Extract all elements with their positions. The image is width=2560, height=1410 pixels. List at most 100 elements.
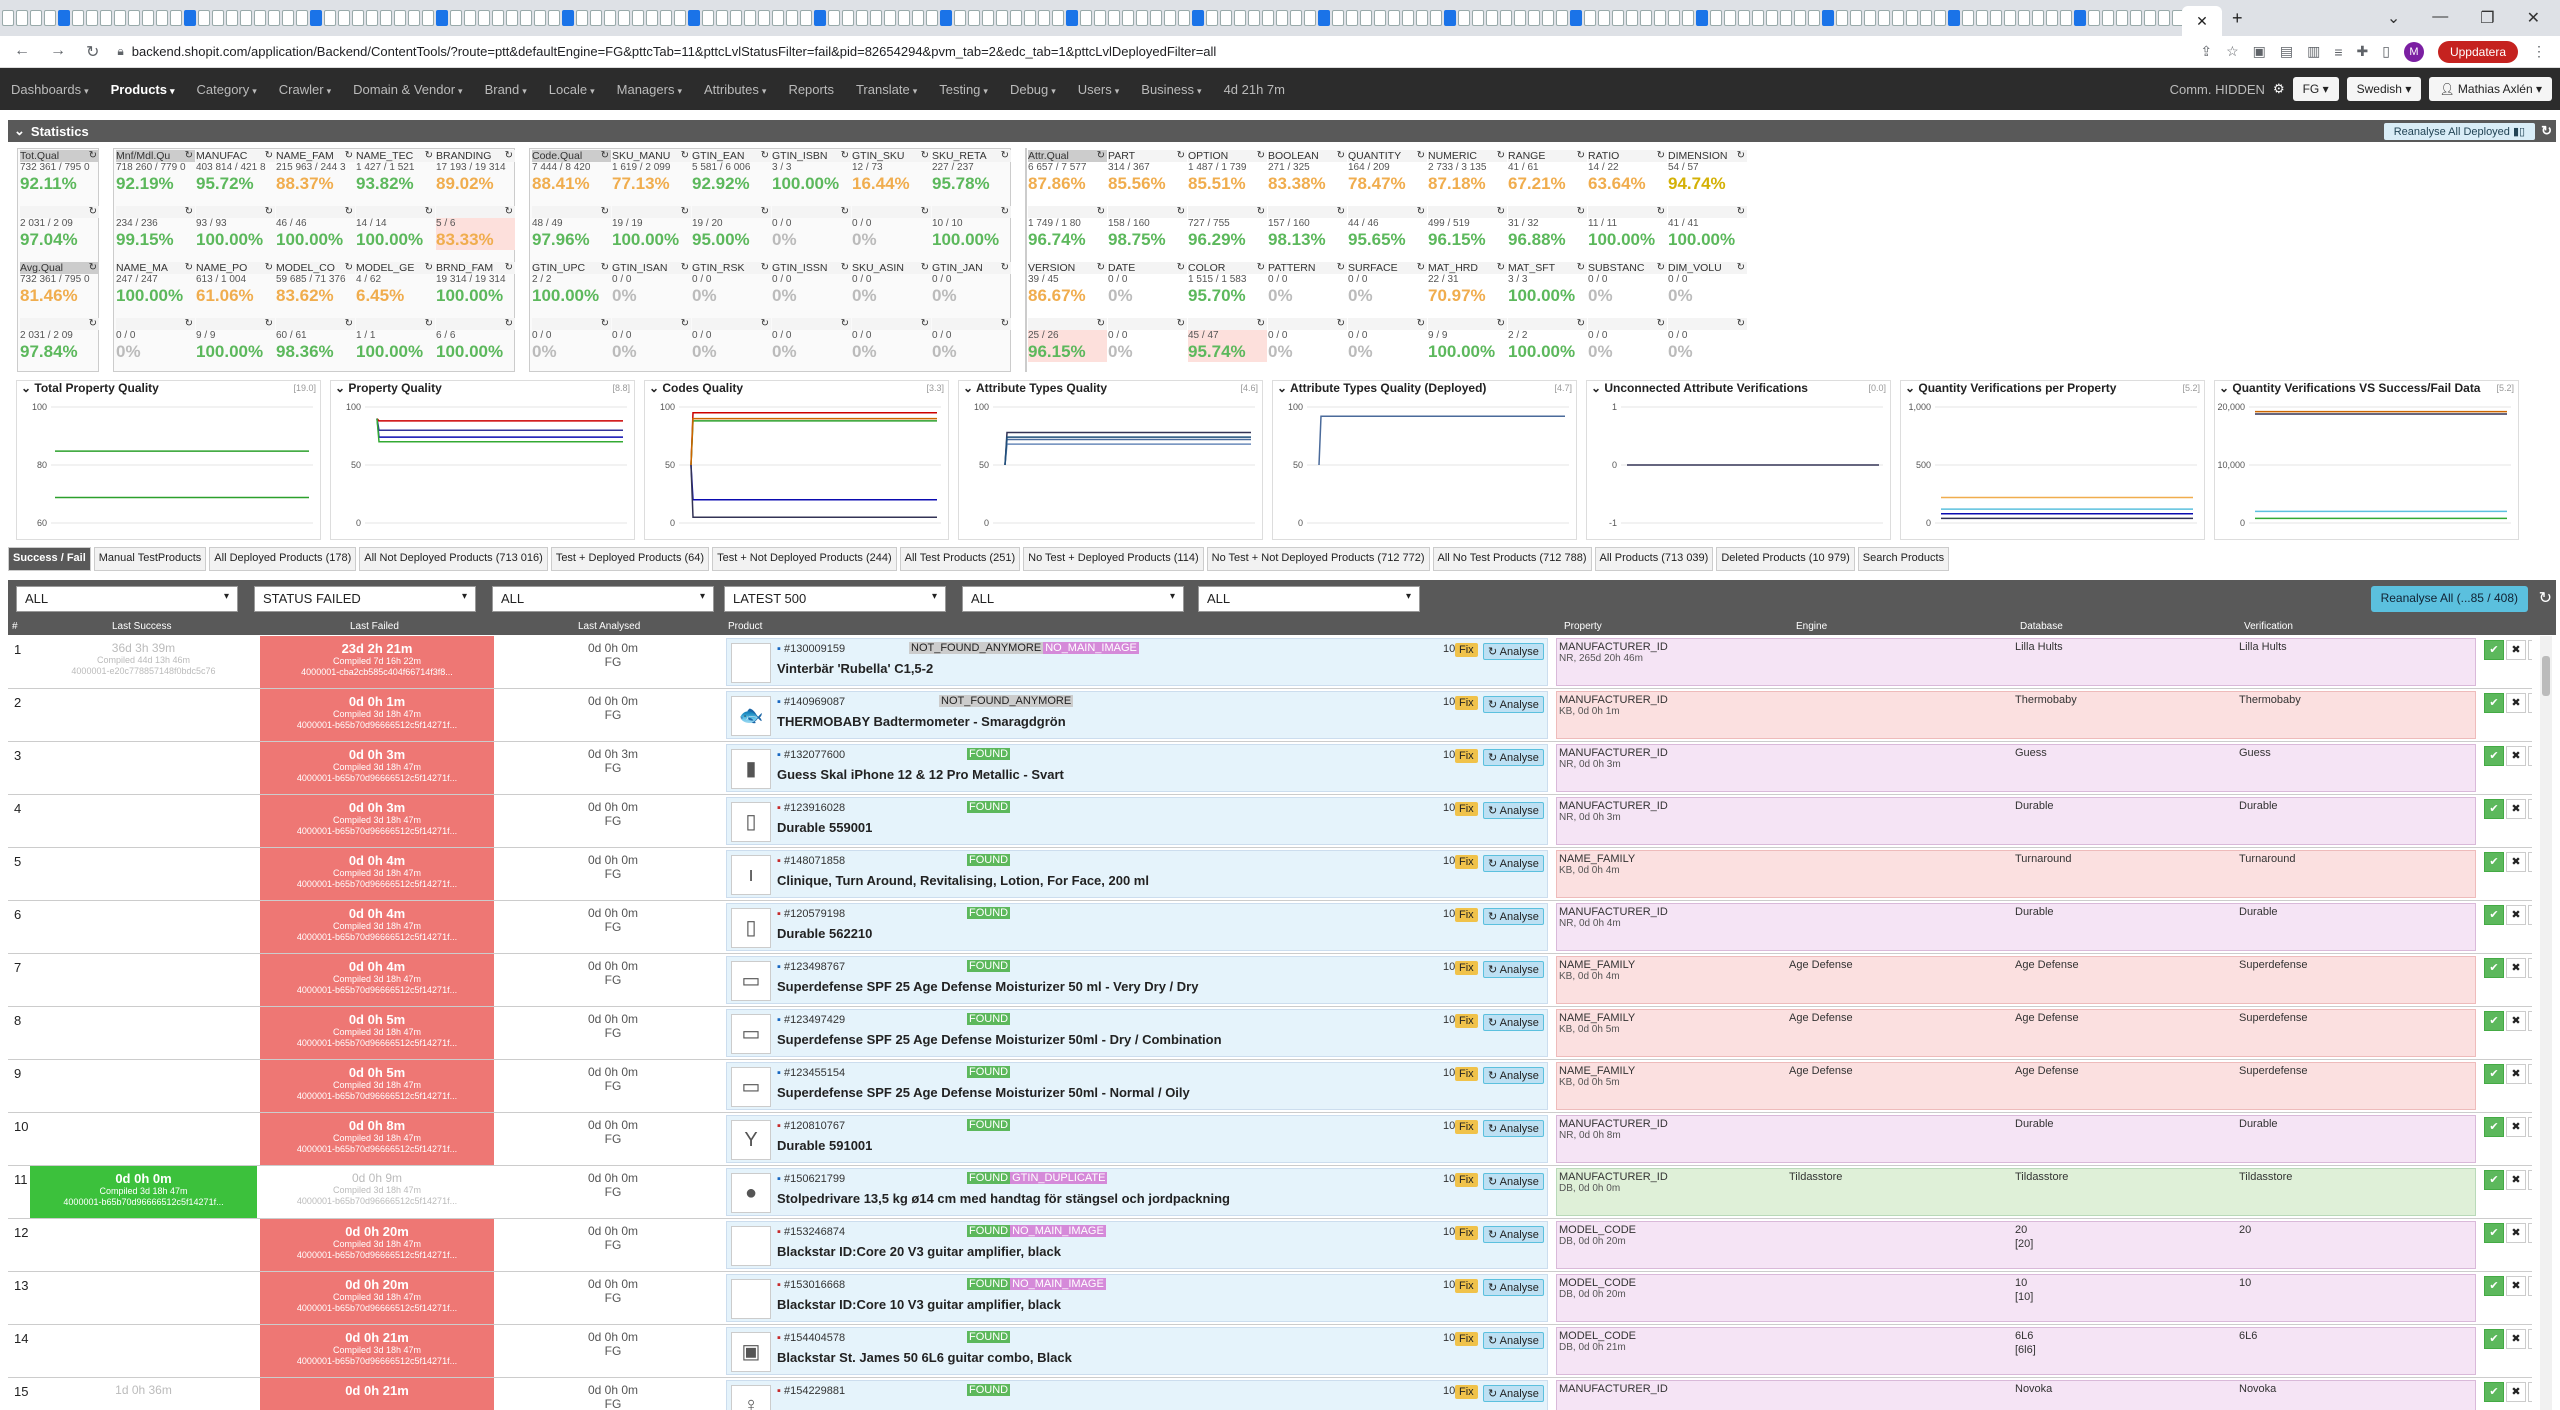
stat-cell[interactable]: GTIN_EAN 5 581 / 6 006 92.92% ↻: [692, 150, 771, 194]
verification-cell[interactable]: MODEL_CODE DB, 0d 0h 20m 20 [20] 20: [1556, 1221, 2476, 1269]
collapse-chevron-icon[interactable]: ⌄: [2219, 381, 2232, 395]
fix-button[interactable]: Fix: [1455, 1332, 1478, 1346]
pinned-tab-icon[interactable]: [156, 10, 168, 26]
reject-x-icon[interactable]: ✖: [2506, 1064, 2526, 1084]
refresh-icon[interactable]: ↻: [425, 262, 433, 273]
refresh-icon[interactable]: ↻: [601, 150, 609, 161]
product-thumbnail[interactable]: ▣: [731, 1332, 771, 1372]
table-row[interactable]: 15 1d 0h 36m 0d 0h 21m 0d 0h 0m FG ♀ ▪ #154229…: [8, 1378, 2532, 1410]
statistics-panel-header[interactable]: ⌄ Statistics Reanalyse All Deployed ▮▯ ↻: [8, 120, 2556, 142]
reanalyse-all-deployed-button[interactable]: Reanalyse All Deployed ▮▯: [2383, 122, 2536, 140]
stat-cell[interactable]: GTIN_ISBN 3 / 3 100.00% ↻: [772, 150, 851, 194]
nav-item[interactable]: Managers ▾: [606, 82, 693, 97]
collapse-chevron-icon[interactable]: ⌄: [14, 123, 25, 139]
stat-cell[interactable]: 46 / 46 100.00% ↻: [276, 206, 355, 250]
col-verification[interactable]: Verification: [2244, 621, 2293, 632]
pinned-tab-icon[interactable]: [2158, 10, 2170, 26]
nav-item[interactable]: Users ▾: [1067, 82, 1130, 97]
product-thumbnail[interactable]: ▯: [731, 908, 771, 948]
filter-select-5[interactable]: ALL ▾: [962, 586, 1184, 612]
stat-cell[interactable]: NAME_FAM 215 963 / 244 3 88.37% ↻: [276, 150, 355, 194]
delete-d-button[interactable]: D: [2528, 640, 2532, 660]
stat-cell[interactable]: 1 749 / 1 80 96.74% ↻: [1028, 206, 1107, 250]
stat-cell[interactable]: GTIN_ISSN 0 / 0 0% ↻: [772, 262, 851, 306]
pinned-tab-icon[interactable]: [1808, 10, 1820, 26]
pinned-tab-icon[interactable]: [380, 10, 392, 26]
pinned-tab-icon[interactable]: [394, 10, 406, 26]
collapse-chevron-icon[interactable]: ⌄: [1905, 381, 1918, 395]
refresh-icon[interactable]: ↻: [1177, 318, 1185, 329]
product-id-text[interactable]: #123916028: [784, 802, 845, 814]
fix-button[interactable]: Fix: [1455, 855, 1478, 869]
pinned-tab-icon[interactable]: [660, 10, 672, 26]
pinned-tab-icon[interactable]: [2018, 10, 2030, 26]
refresh-icon[interactable]: ↻: [1577, 206, 1585, 217]
pinned-tab-icon[interactable]: [1220, 10, 1232, 26]
stat-cell[interactable]: 2 031 / 2 09 97.04% ↻: [20, 206, 99, 250]
stat-cell[interactable]: Tot.Qual 732 361 / 795 0 92.11% ↻: [20, 150, 99, 194]
verification-cell[interactable]: MANUFACTURER_ID NR, 0d 0h 8m Durable Durabl…: [1556, 1115, 2476, 1163]
stat-cell[interactable]: 0 / 0 0% ↻: [1108, 318, 1187, 362]
verification-cell[interactable]: NAME_FAMILY KB, 0d 0h 5m Age Defense Age De…: [1556, 1009, 2476, 1057]
refresh-icon[interactable]: ↻: [1497, 206, 1505, 217]
pinned-tab-icon[interactable]: [2046, 10, 2058, 26]
delete-d-button[interactable]: D: [2528, 746, 2532, 766]
refresh-icon[interactable]: ↻: [841, 262, 849, 273]
stat-cell[interactable]: Mnf/Mdl.Qu 718 260 / 779 0 92.19% ↻: [116, 150, 195, 194]
filter-tab[interactable]: All Not Deployed Products (713 016): [359, 547, 548, 571]
refresh-icon[interactable]: ↻: [1417, 150, 1425, 161]
refresh-icon[interactable]: ↻: [1737, 150, 1745, 161]
pinned-tab-icon[interactable]: [1276, 10, 1288, 26]
stat-cell[interactable]: 9 / 9 100.00% ↻: [1428, 318, 1507, 362]
pinned-tab-icon[interactable]: [366, 10, 378, 26]
refresh-icon[interactable]: ↻: [1657, 150, 1665, 161]
product-id-text[interactable]: #150621799: [784, 1173, 845, 1185]
analyse-button[interactable]: ↻ Analyse: [1483, 643, 1544, 660]
stat-cell[interactable]: 25 / 26 96.15% ↻: [1028, 318, 1107, 362]
delete-d-button[interactable]: D: [2528, 905, 2532, 925]
pinned-tab-icon[interactable]: [1836, 10, 1848, 26]
pinned-tab-icon[interactable]: [1556, 10, 1568, 26]
pinned-tab-icon[interactable]: [1878, 10, 1890, 26]
stat-cell[interactable]: OPTION 1 487 / 1 739 85.51% ↻: [1188, 150, 1267, 194]
refresh-icon[interactable]: ↻: [681, 318, 689, 329]
fix-button[interactable]: Fix: [1455, 802, 1478, 816]
pinned-tab-icon[interactable]: [1416, 10, 1428, 26]
table-row[interactable]: 11 0d 0h 0m Compiled 3d 18h 47m 4000001-b65…: [8, 1166, 2532, 1219]
pinned-tab-icon[interactable]: [912, 10, 924, 26]
nav-item[interactable]: Business ▾: [1130, 82, 1212, 97]
product-name[interactable]: Vinterbär 'Rubella' C1,5-2: [777, 661, 933, 676]
pinned-tab-icon[interactable]: [1906, 10, 1918, 26]
refresh-icon[interactable]: ↻: [505, 150, 513, 161]
table-row[interactable]: 7 0d 0h 4m Compiled 3d 18h 47m 4000001-b65b…: [8, 954, 2532, 1007]
filter-tab[interactable]: All Deployed Products (178): [209, 547, 357, 571]
product-id-text[interactable]: #123498767: [784, 961, 845, 973]
product-id-text[interactable]: #120810767: [784, 1120, 845, 1132]
scrollbar-thumb[interactable]: [2542, 656, 2550, 696]
chart-panel[interactable]: ⌄ Codes Quality [3.3] 100 50 0: [644, 380, 949, 540]
stat-cell[interactable]: NAME_TEC 1 427 / 1 521 93.82% ↻: [356, 150, 435, 194]
pinned-tab-icon[interactable]: [198, 10, 210, 26]
pinned-tab-icon[interactable]: [814, 10, 826, 26]
stat-cell[interactable]: GTIN_RSK 0 / 0 0% ↻: [692, 262, 771, 306]
filter-tab[interactable]: No Test + Deployed Products (114): [1023, 547, 1204, 571]
refresh-icon[interactable]: ↻: [1497, 318, 1505, 329]
pinned-tab-icon[interactable]: [618, 10, 630, 26]
pinned-tab-icon[interactable]: [1444, 10, 1456, 26]
refresh-icon[interactable]: ↻: [505, 262, 513, 273]
delete-d-button[interactable]: D: [2528, 1276, 2532, 1296]
pinned-tab-icon[interactable]: [828, 10, 840, 26]
pinned-tab-icon[interactable]: [674, 10, 686, 26]
refresh-icon[interactable]: ↻: [1417, 262, 1425, 273]
refresh-icon[interactable]: ↻: [1737, 262, 1745, 273]
chart-panel[interactable]: ⌄ Property Quality [8.8] 100 50 0: [330, 380, 635, 540]
pinned-tab-icon[interactable]: [86, 10, 98, 26]
product-id-text[interactable]: #154229881: [784, 1385, 845, 1397]
analyse-button[interactable]: ↻ Analyse: [1483, 1279, 1544, 1296]
stat-cell[interactable]: SKU_MANU 1 619 / 2 099 77.13% ↻: [612, 150, 691, 194]
approve-check-icon[interactable]: ✔: [2484, 693, 2504, 713]
refresh-icon[interactable]: ↻: [921, 318, 929, 329]
refresh-icon[interactable]: ↻: [921, 262, 929, 273]
delete-d-button[interactable]: D: [2528, 958, 2532, 978]
pinned-tab-icon[interactable]: [534, 10, 546, 26]
